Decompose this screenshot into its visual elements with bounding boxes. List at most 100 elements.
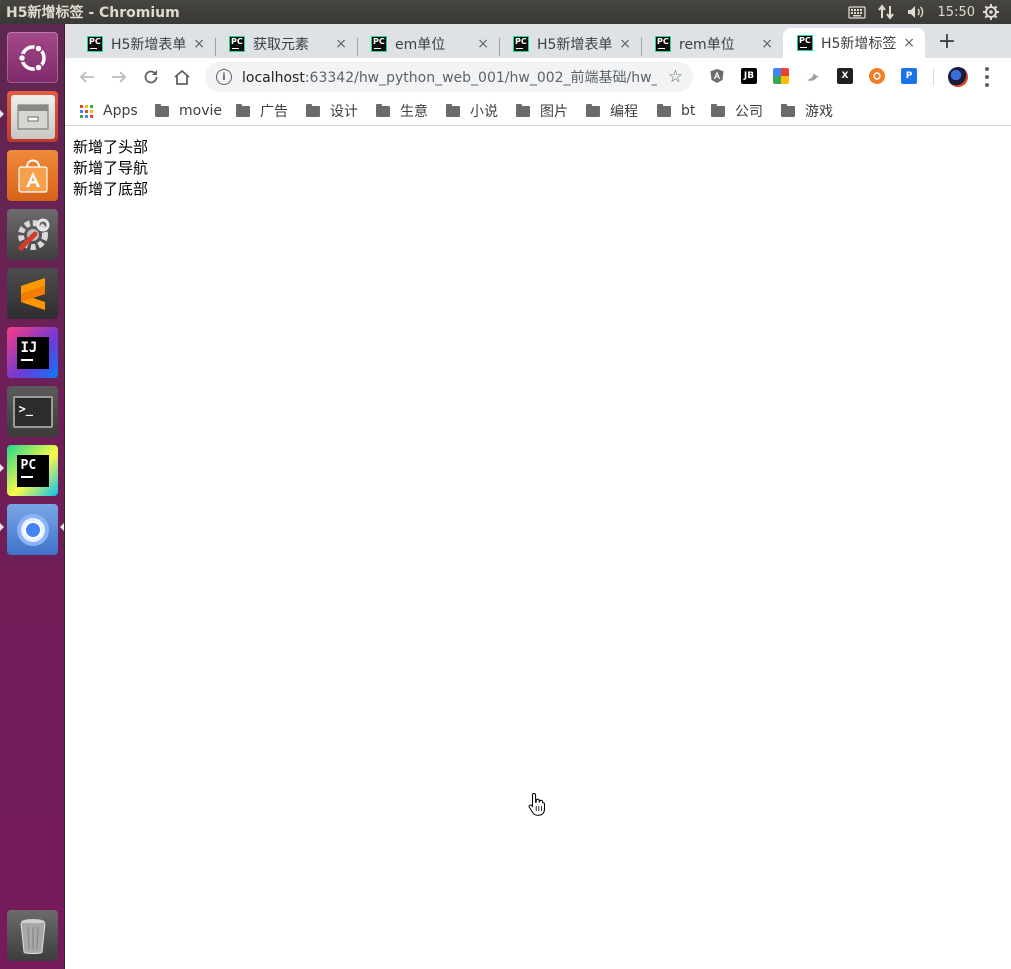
- home-icon: [174, 69, 190, 85]
- home-button[interactable]: [171, 66, 193, 88]
- pycharm-label: PC: [20, 457, 37, 473]
- reload-icon: [144, 70, 158, 84]
- new-tab-button[interactable]: +: [935, 31, 959, 55]
- folder-icon: [586, 103, 600, 117]
- colorful-extension-icon[interactable]: [773, 68, 789, 84]
- folder-icon: [376, 103, 390, 117]
- shopping-bag-icon: [17, 158, 48, 193]
- tab-h5-new-tags-active[interactable]: PC H5新增标签 ×: [783, 28, 925, 58]
- bookmark-folder-ads[interactable]: 广告: [236, 101, 288, 121]
- system-tray: 15:50: [847, 0, 1011, 24]
- system-top-bar: H5新增标签 - Chromium 15:50: [0, 0, 1011, 24]
- tab-label: 获取元素: [253, 37, 309, 53]
- bookmark-folder-movie[interactable]: movie: [155, 101, 222, 121]
- network-arrows-icon[interactable]: [877, 4, 894, 20]
- bookmark-label: 设计: [330, 104, 358, 120]
- bookmark-folder-company[interactable]: 公司: [711, 101, 763, 121]
- bookmark-star-icon[interactable]: ☆: [668, 67, 683, 87]
- launcher-files[interactable]: [7, 91, 58, 142]
- tab-em-unit[interactable]: PC em单位 ×: [357, 30, 499, 58]
- arrow-left-icon: [79, 71, 94, 83]
- bookmark-label: bt: [681, 103, 696, 119]
- bookmark-folder-bt[interactable]: bt: [657, 101, 695, 121]
- folder-icon: [657, 103, 671, 117]
- bookmark-folder-design[interactable]: 设计: [306, 101, 358, 121]
- intellij-label: IJ: [20, 339, 38, 356]
- orange-extension-icon[interactable]: [869, 68, 885, 84]
- close-icon[interactable]: ×: [903, 35, 915, 51]
- tab-rem-unit[interactable]: PC rem单位 ×: [641, 30, 783, 58]
- chrome-menu-button[interactable]: [983, 67, 991, 87]
- launcher-intellij[interactable]: IJ: [7, 327, 58, 378]
- p-extension-icon[interactable]: P: [901, 68, 917, 84]
- launcher-software-center[interactable]: [7, 150, 58, 201]
- close-icon[interactable]: ×: [335, 36, 347, 52]
- bookmark-folder-games[interactable]: 游戏: [781, 101, 833, 121]
- bookmark-folder-images[interactable]: 图片: [516, 101, 568, 121]
- terminal-icon: >_: [12, 395, 53, 428]
- file-cabinet-icon: [10, 94, 55, 139]
- tab-h5-form-1[interactable]: PC H5新增表单 ×: [73, 30, 215, 58]
- pycharm-favicon-icon: PC: [513, 36, 529, 52]
- hand-cursor-icon: [528, 792, 545, 816]
- close-icon[interactable]: ×: [193, 36, 205, 52]
- bookmark-label: 公司: [735, 104, 763, 120]
- profile-avatar[interactable]: [948, 67, 968, 87]
- bird-extension-icon[interactable]: [805, 68, 821, 84]
- address-bar[interactable]: i localhost:63342/hw_python_web_001/hw_0…: [205, 62, 693, 92]
- launcher: IJ >_ PC: [0, 24, 65, 969]
- close-icon[interactable]: ×: [761, 36, 773, 52]
- window-title: H5新增标签 - Chromium: [6, 5, 180, 21]
- x-extension-icon[interactable]: X: [837, 68, 853, 84]
- launcher-system-settings[interactable]: [7, 209, 58, 260]
- focused-indicator: [60, 523, 64, 531]
- tab-get-element[interactable]: PC 获取元素 ×: [215, 30, 357, 58]
- bookmark-label: 广告: [260, 104, 288, 120]
- bookmark-folder-novels[interactable]: 小说: [446, 101, 498, 121]
- tab-label: H5新增表单: [537, 37, 613, 53]
- tab-label: em单位: [395, 37, 446, 53]
- launcher-terminal[interactable]: >_: [7, 386, 58, 437]
- bookmarks-bar: Apps movie 广告 设计 生意 小说 图片 编程 bt 公司 游戏: [65, 96, 1011, 126]
- bookmark-label: 图片: [540, 104, 568, 120]
- chromium-icon: [16, 513, 49, 546]
- bookmark-apps[interactable]: Apps: [80, 101, 138, 121]
- pycharm-favicon-icon: PC: [371, 36, 387, 52]
- running-indicator: [0, 523, 4, 531]
- info-icon[interactable]: i: [216, 69, 232, 85]
- folder-icon: [446, 103, 460, 117]
- pycharm-favicon-icon: PC: [797, 35, 813, 51]
- bookmark-folder-programming[interactable]: 编程: [586, 101, 638, 121]
- forward-button[interactable]: [108, 66, 130, 88]
- launcher-chromium[interactable]: [7, 504, 58, 555]
- pycharm-icon: PC: [16, 454, 49, 487]
- back-button[interactable]: [76, 66, 98, 88]
- folder-icon: [781, 103, 795, 117]
- reload-button[interactable]: [140, 66, 162, 88]
- volume-icon[interactable]: [906, 4, 926, 20]
- folder-icon: [711, 103, 725, 117]
- pycharm-favicon-icon: PC: [655, 36, 671, 52]
- bookmark-label: Apps: [103, 103, 138, 119]
- launcher-pycharm[interactable]: PC: [7, 445, 58, 496]
- keyboard-icon[interactable]: [847, 5, 866, 19]
- footer-text: 新增了底部: [73, 180, 149, 198]
- url-text[interactable]: localhost:63342/hw_python_web_001/hw_002…: [242, 67, 657, 87]
- clock[interactable]: 15:50: [938, 5, 975, 20]
- tab-strip: PC H5新增表单 × PC 获取元素 × PC em单位 × PC H5新增表…: [65, 24, 1011, 58]
- close-icon[interactable]: ×: [619, 36, 631, 52]
- launcher-sublime-text[interactable]: [7, 268, 58, 319]
- power-gear-icon[interactable]: [983, 4, 999, 20]
- launcher-ubuntu-dash[interactable]: [7, 32, 58, 83]
- close-icon[interactable]: ×: [477, 36, 489, 52]
- jetbrains-extension-icon[interactable]: JB: [741, 68, 757, 84]
- header-text: 新增了头部: [73, 138, 149, 156]
- ubuntu-logo-icon: [17, 43, 46, 72]
- bookmark-folder-business[interactable]: 生意: [376, 101, 428, 121]
- folder-icon: [306, 103, 320, 117]
- angular-extension-icon[interactable]: [709, 68, 725, 84]
- launcher-trash[interactable]: [7, 910, 58, 961]
- tab-h5-form-2[interactable]: PC H5新增表单 ×: [499, 30, 641, 58]
- pycharm-favicon-icon: PC: [229, 36, 245, 52]
- arrow-right-icon: [112, 71, 127, 83]
